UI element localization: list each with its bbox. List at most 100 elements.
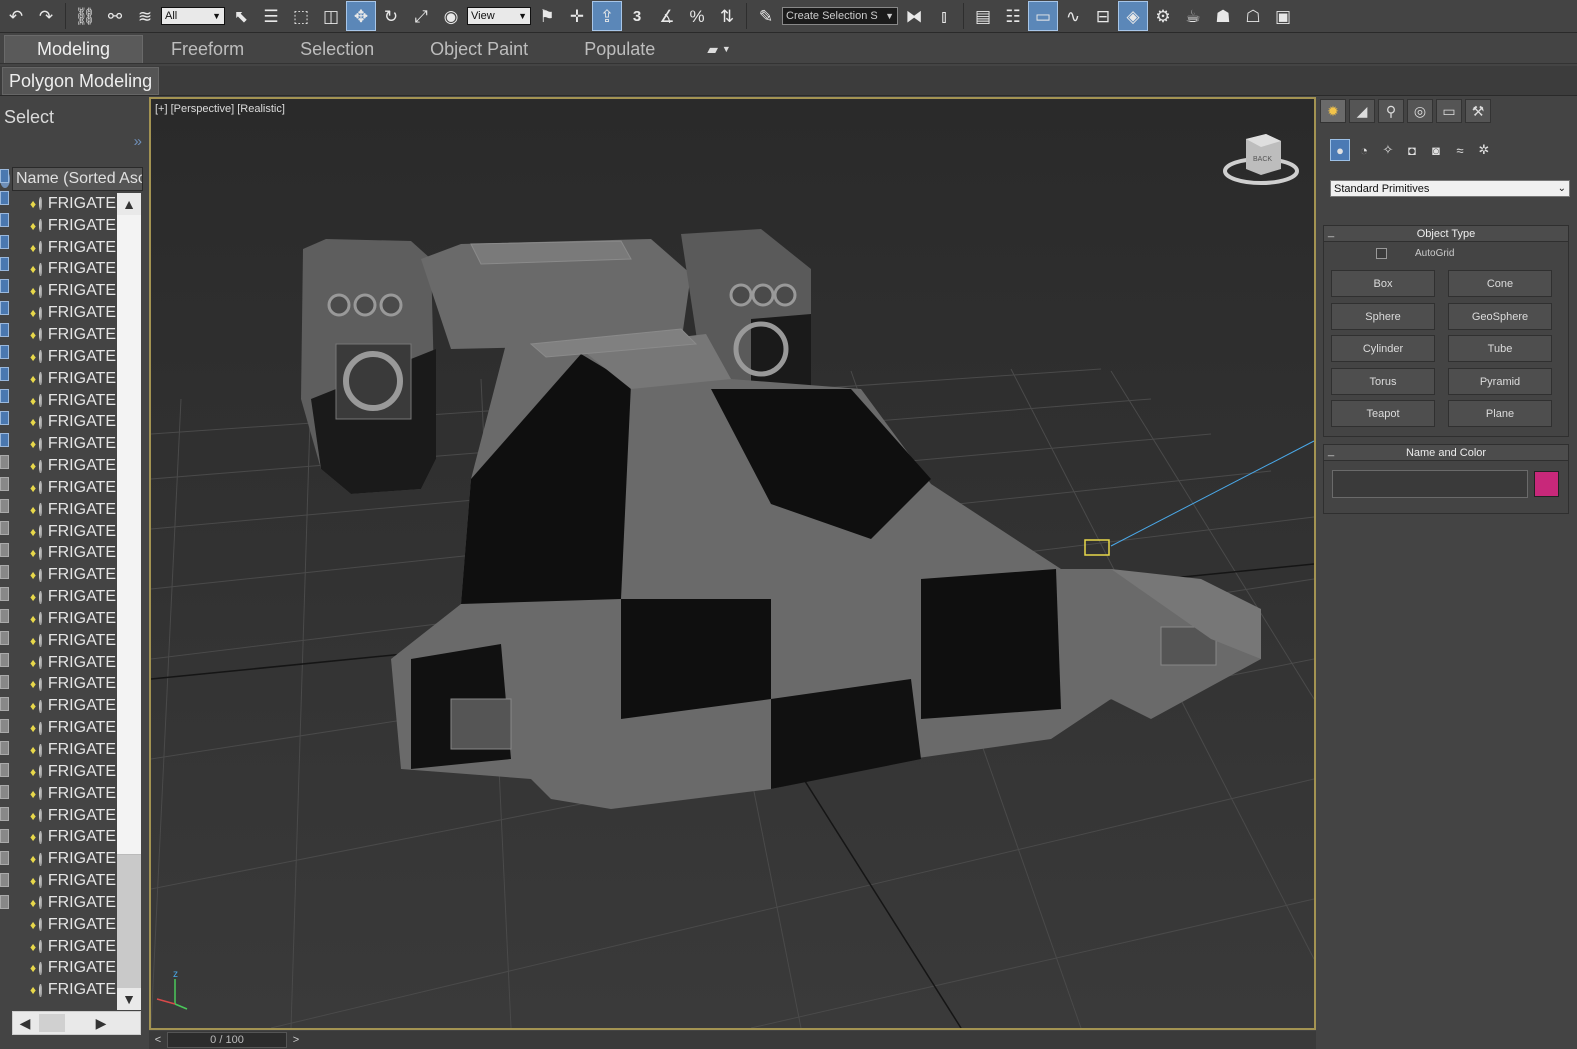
tab-modeling[interactable]: Modeling [4,35,144,63]
lightbulb-icon[interactable]: ♦ [30,284,36,298]
filter-toggle-icon[interactable] [0,697,9,711]
filter-toggle-icon[interactable] [0,851,9,865]
visibility-toggle-icon[interactable] [39,721,42,735]
list-item[interactable]: ♦ FRIGATE [12,259,116,281]
filter-toggle-icon[interactable] [0,323,9,337]
filter-toggle-icon[interactable] [0,411,9,425]
lightbulb-icon[interactable]: ♦ [30,262,36,276]
scrollbar-track[interactable] [117,855,141,988]
list-item[interactable]: ♦ FRIGATE [12,477,116,499]
visibility-toggle-icon[interactable] [39,656,42,670]
filter-toggle-icon[interactable] [0,279,9,293]
bind-spacewarp-icon[interactable]: ≋ [131,2,159,30]
name-and-color-rollout-header[interactable]: _ Name and Color [1324,445,1568,461]
angle-snap-icon[interactable]: ∡ [653,2,681,30]
list-item[interactable]: ♦ FRIGATE [12,411,116,433]
render-production-icon[interactable]: ☗ [1209,2,1237,30]
sphere-button[interactable]: Sphere [1331,303,1435,330]
select-manipulate-icon[interactable]: ✛ [563,2,591,30]
filter-toggle-icon[interactable] [0,653,9,667]
list-item[interactable]: ♦ FRIGATE [12,302,116,324]
tab-populate[interactable]: Populate [556,35,683,63]
box-button[interactable]: Box [1331,270,1435,297]
filter-toggle-icon[interactable] [0,367,9,381]
visibility-toggle-icon[interactable] [39,525,42,539]
visibility-toggle-icon[interactable] [39,765,42,779]
vertical-scrollbar[interactable]: ▲ ▼ [117,193,141,1010]
scrollbar-thumb[interactable] [117,215,141,855]
lightbulb-icon[interactable]: ♦ [30,940,36,954]
filter-toggle-icon[interactable] [0,609,9,623]
list-item[interactable]: ♦ FRIGATE [12,914,116,936]
list-item[interactable]: ♦ FRIGATE [12,674,116,696]
lightbulb-icon[interactable]: ♦ [30,590,36,604]
list-item[interactable]: ♦ FRIGATE [12,237,116,259]
time-slider-next[interactable]: > [287,1031,305,1049]
lightbulb-icon[interactable]: ♦ [30,699,36,713]
render-iterative-icon[interactable]: ☖ [1239,2,1267,30]
spinner-snap-icon[interactable]: ⇅ [713,2,741,30]
filter-toggle-icon[interactable] [0,763,9,777]
visibility-toggle-icon[interactable] [39,874,42,888]
lightbulb-icon[interactable]: ♦ [30,809,36,823]
ribbon-options-button[interactable]: ▰ ▼ [683,35,755,63]
visibility-toggle-icon[interactable] [39,677,42,691]
time-slider-thumb[interactable]: 0 / 100 [167,1032,287,1048]
list-item[interactable]: ♦ FRIGATE [12,761,116,783]
visibility-toggle-icon[interactable] [39,262,42,276]
visibility-toggle-icon[interactable] [39,481,42,495]
list-item[interactable]: ♦ FRIGATE [12,499,116,521]
unlink-icon[interactable]: ⚯ [101,2,129,30]
visibility-toggle-icon[interactable] [39,787,42,801]
filter-toggle-icon[interactable] [0,675,9,689]
visibility-toggle-icon[interactable] [39,350,42,364]
visibility-toggle-icon[interactable] [39,328,42,342]
filter-toggle-icon[interactable] [0,499,9,513]
list-item[interactable]: ♦ FRIGATE [12,455,116,477]
scroll-up-icon[interactable]: ▲ [117,193,141,215]
named-selection-dropdown[interactable]: Create Selection S ▼ [782,7,898,25]
filter-toggle-icon[interactable] [0,741,9,755]
autogrid-checkbox[interactable] [1376,248,1387,259]
filter-toggle-icon[interactable] [0,631,9,645]
align-icon[interactable]: ⫾ [930,2,958,30]
filter-toggle-icon[interactable] [0,455,9,469]
visibility-toggle-icon[interactable] [39,241,42,255]
list-item[interactable]: ♦ FRIGATE [12,826,116,848]
create-tab-sun-icon[interactable]: ✹ [1320,99,1346,123]
scroll-down-icon[interactable]: ▼ [117,988,141,1010]
lightbulb-icon[interactable]: ♦ [30,350,36,364]
list-item[interactable]: ♦ FRIGATE [12,543,116,565]
lightbulb-icon[interactable]: ♦ [30,743,36,757]
reference-coordinate-dropdown[interactable]: View ▼ [467,7,531,25]
scene-explorer-toggle-icon[interactable]: ▤ [969,2,997,30]
filter-toggle-icon[interactable] [0,895,9,909]
tab-selection[interactable]: Selection [272,35,402,63]
object-name-input[interactable] [1332,470,1528,498]
filter-toggle-icon[interactable] [0,345,9,359]
list-item[interactable]: ♦ FRIGATE [12,346,116,368]
lightbulb-icon[interactable]: ♦ [30,677,36,691]
list-item[interactable]: ♦ FRIGATE [12,979,116,1001]
list-item[interactable]: ♦ FRIGATE [12,630,116,652]
list-item[interactable]: ♦ FRIGATE [12,805,116,827]
filter-toggle-icon[interactable] [0,301,9,315]
perspective-viewport[interactable]: [+] [Perspective] [Realistic] BACK z [149,97,1316,1030]
visibility-toggle-icon[interactable] [39,394,42,408]
visibility-toggle-icon[interactable] [39,612,42,626]
helpers-icon[interactable]: ◙ [1426,139,1446,161]
object-color-swatch[interactable] [1534,471,1559,497]
list-item[interactable]: ♦ FRIGATE [12,958,116,980]
select-move-icon[interactable]: ✥ [346,1,376,31]
filter-toggle-icon[interactable] [0,169,9,183]
visibility-toggle-icon[interactable] [39,197,42,211]
selection-filter-dropdown[interactable]: All ▼ [161,7,225,25]
object-type-rollout-header[interactable]: _ Object Type [1324,226,1568,242]
undo-icon[interactable]: ↶ [2,2,30,30]
list-item[interactable]: ♦ FRIGATE [12,717,116,739]
window-crossing-icon[interactable]: ◫ [317,2,345,30]
filter-toggle-icon[interactable] [0,235,9,249]
tube-button[interactable]: Tube [1448,335,1552,362]
select-place-icon[interactable]: ◉ [437,2,465,30]
tab-freeform[interactable]: Freeform [143,35,272,63]
